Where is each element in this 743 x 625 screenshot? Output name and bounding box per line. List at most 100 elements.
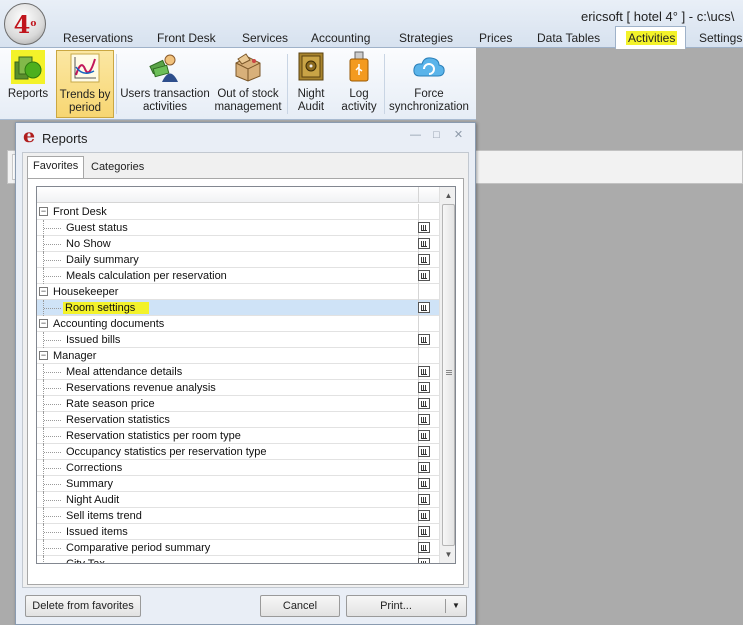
users-transaction-activities-button[interactable]: Users transaction activities xyxy=(119,50,211,118)
reports-tree[interactable]: − Front Desk Guest status No Show Daily summ… xyxy=(36,186,456,564)
vertical-scrollbar[interactable]: ▲ ▼ xyxy=(439,187,455,563)
report-preview-icon[interactable] xyxy=(418,478,430,489)
delete-from-favorites-button[interactable]: Delete from favorites xyxy=(25,595,141,617)
report-preview-icon[interactable] xyxy=(418,222,430,233)
tree-report-row[interactable]: Occupancy statistics per reservation typ… xyxy=(37,444,439,460)
print-dropdown-icon[interactable]: ▼ xyxy=(448,596,464,616)
report-preview-icon[interactable] xyxy=(418,510,430,521)
report-preview-icon[interactable] xyxy=(418,526,430,537)
tree-row-label: Accounting documents xyxy=(53,318,165,330)
reports-icon xyxy=(11,50,45,84)
tree-row-label: Corrections xyxy=(66,462,123,474)
collapse-icon[interactable]: − xyxy=(39,319,48,328)
print-button[interactable]: Print... ▼ xyxy=(346,595,467,617)
tree-report-row[interactable]: Reservation statistics xyxy=(37,412,439,428)
report-preview-icon[interactable] xyxy=(418,446,430,457)
close-icon[interactable]: ✕ xyxy=(452,130,465,141)
tree-report-row[interactable]: Meal attendance details xyxy=(37,364,439,380)
tab-front-desk[interactable]: Front Desk xyxy=(157,31,216,45)
tab-categories[interactable]: Categories xyxy=(86,158,149,178)
report-preview-icon[interactable] xyxy=(418,558,430,563)
report-preview-icon[interactable] xyxy=(418,238,430,249)
reports-button[interactable]: Reports xyxy=(4,50,52,118)
tree-group-row[interactable]: − Manager xyxy=(37,348,439,364)
tree-report-row[interactable]: Corrections xyxy=(37,460,439,476)
maximize-icon[interactable]: □ xyxy=(430,130,443,141)
tree-row-label: Room settings xyxy=(63,302,150,314)
force-sync-label-line2: synchronization xyxy=(389,101,469,113)
tree-row-label: Sell items trend xyxy=(66,510,142,522)
tree-report-row[interactable]: Issued bills xyxy=(37,332,439,348)
report-preview-icon[interactable] xyxy=(418,462,430,473)
report-preview-icon[interactable] xyxy=(418,494,430,505)
report-preview-icon[interactable] xyxy=(418,254,430,265)
collapse-icon[interactable]: − xyxy=(39,207,48,216)
tree-report-row[interactable]: City Tax xyxy=(37,556,439,563)
collapse-icon[interactable]: − xyxy=(39,287,48,296)
tree-report-row[interactable]: Reservation statistics per room type xyxy=(37,428,439,444)
tab-data-tables[interactable]: Data Tables xyxy=(537,31,600,45)
tree-row-label: Rate season price xyxy=(66,398,155,410)
tab-settings[interactable]: Settings xyxy=(699,31,742,45)
scroll-up-icon[interactable]: ▲ xyxy=(441,188,455,203)
tree-report-row[interactable]: No Show xyxy=(37,236,439,252)
scroll-down-icon[interactable]: ▼ xyxy=(441,547,455,562)
tree-report-row[interactable]: Room settings xyxy=(37,300,439,316)
app-logo[interactable]: 4o xyxy=(4,3,46,45)
trends-by-period-button[interactable]: Trends by period xyxy=(56,50,114,118)
report-preview-icon[interactable] xyxy=(418,334,430,345)
tree-report-row[interactable]: Comparative period summary xyxy=(37,540,439,556)
title-bar: 4o ericsoft [ hotel 4° ] - c:\ucs\ Reser… xyxy=(0,0,743,49)
tree-row-label: Meal attendance details xyxy=(66,366,183,378)
report-preview-icon[interactable] xyxy=(418,430,430,441)
reports-dialog: e Reports — □ ✕ Favorites Categories − Fr… xyxy=(15,122,476,625)
collapse-icon[interactable]: − xyxy=(39,351,48,360)
log-activity-button[interactable]: Log activity xyxy=(337,50,381,118)
tree-report-row[interactable]: Guest status xyxy=(37,220,439,236)
tree-group-row[interactable]: − Front Desk xyxy=(37,204,439,220)
report-preview-icon[interactable] xyxy=(418,414,430,425)
tab-activities-label: Activities xyxy=(626,31,678,45)
tree-report-row[interactable]: Meals calculation per reservation xyxy=(37,268,439,284)
report-preview-icon[interactable] xyxy=(418,366,430,377)
tree-report-row[interactable]: Issued items xyxy=(37,524,439,540)
tab-strategies[interactable]: Strategies xyxy=(399,31,453,45)
tab-services[interactable]: Services xyxy=(242,31,288,45)
tree-connector xyxy=(44,532,61,533)
safe-icon xyxy=(294,50,328,84)
report-preview-icon[interactable] xyxy=(418,302,430,313)
tree-report-row[interactable]: Night Audit xyxy=(37,492,439,508)
tree-report-row[interactable]: Sell items trend xyxy=(37,508,439,524)
night-audit-button[interactable]: Night Audit xyxy=(291,50,331,118)
window-title: ericsoft [ hotel 4° ] - c:\ucs\ xyxy=(581,9,735,24)
trends-label-line1: Trends by xyxy=(59,89,111,101)
tab-accounting[interactable]: Accounting xyxy=(311,31,370,45)
tab-reservations[interactable]: Reservations xyxy=(63,31,133,45)
tree-connector xyxy=(44,372,61,373)
report-preview-icon[interactable] xyxy=(418,542,430,553)
tree-connector xyxy=(44,388,61,389)
tree-row-label: Summary xyxy=(66,478,114,490)
dialog-title-bar[interactable]: e Reports — □ ✕ xyxy=(16,123,475,151)
tree-report-row[interactable]: Rate season price xyxy=(37,396,439,412)
report-preview-icon[interactable] xyxy=(418,382,430,393)
scrollbar-thumb[interactable] xyxy=(442,204,455,546)
tree-row-label: Meals calculation per reservation xyxy=(66,270,227,282)
report-preview-icon[interactable] xyxy=(418,270,430,281)
tree-report-row[interactable]: Reservations revenue analysis xyxy=(37,380,439,396)
force-synchronization-button[interactable]: Force synchronization xyxy=(386,50,472,118)
tab-activities[interactable]: Activities xyxy=(615,26,687,49)
tree-report-row[interactable]: Summary xyxy=(37,476,439,492)
minimize-icon[interactable]: — xyxy=(409,130,422,141)
tree-report-row[interactable]: Daily summary xyxy=(37,252,439,268)
out-of-stock-management-button[interactable]: Out of stock management xyxy=(212,50,284,118)
tree-group-row[interactable]: − Accounting documents xyxy=(37,316,439,332)
tree-group-row[interactable]: − Housekeeper xyxy=(37,284,439,300)
tab-prices[interactable]: Prices xyxy=(479,31,512,45)
tab-favorites[interactable]: Favorites xyxy=(27,156,85,179)
reports-button-label: Reports xyxy=(7,88,49,100)
report-preview-icon[interactable] xyxy=(418,398,430,409)
ribbon-separator xyxy=(287,54,288,114)
cancel-button[interactable]: Cancel xyxy=(260,595,340,617)
cloud-sync-icon xyxy=(412,50,446,84)
